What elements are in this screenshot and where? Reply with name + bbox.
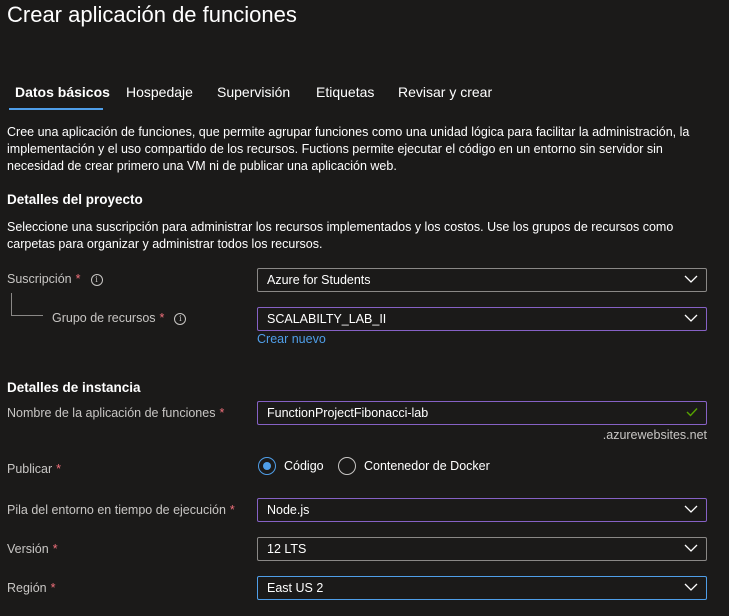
project-details-description: Seleccione una suscripción para administ…: [7, 220, 674, 251]
publish-label: Publicar *: [7, 462, 61, 476]
checkmark-icon: [686, 408, 698, 417]
chevron-down-icon: [684, 583, 698, 591]
required-marker: *: [229, 503, 235, 517]
region-label: Región *: [7, 581, 56, 595]
tree-connector-horizontal: [11, 315, 43, 316]
publish-code-label[interactable]: Código: [284, 459, 324, 473]
create-function-app-page: Crear aplicación de funciones Datos bási…: [0, 0, 729, 616]
resource-group-label: Grupo de recursos * i: [52, 311, 187, 325]
resource-group-label-text: Grupo de recursos: [52, 311, 156, 325]
runtime-stack-label: Pila del entorno en tiempo de ejecución *: [7, 503, 235, 517]
tab-monitoring[interactable]: Supervisión: [217, 84, 290, 112]
publish-code-radio[interactable]: [258, 457, 276, 475]
runtime-stack-select[interactable]: Node.js: [257, 498, 707, 522]
runtime-stack-value: Node.js: [267, 503, 310, 517]
app-name-label: Nombre de la aplicación de funciones *: [7, 406, 224, 420]
tab-hosting[interactable]: Hospedaje: [126, 84, 193, 112]
subscription-select[interactable]: Azure for Students: [257, 268, 707, 292]
app-name-value: FunctionProjectFibonacci-lab: [267, 406, 429, 420]
tab-bar: Datos básicos Hospedaje Supervisión Etiq…: [0, 84, 729, 114]
info-icon[interactable]: i: [174, 313, 187, 325]
create-new-resource-group-link[interactable]: Crear nuevo: [257, 332, 326, 346]
publish-label-text: Publicar: [7, 462, 53, 476]
required-marker: *: [52, 542, 58, 556]
subscription-value: Azure for Students: [267, 273, 371, 287]
version-select[interactable]: 12 LTS: [257, 537, 707, 561]
tree-connector-vertical: [11, 293, 12, 315]
publish-docker-radio[interactable]: [338, 457, 356, 475]
region-value: East US 2: [267, 581, 324, 595]
version-label: Versión *: [7, 542, 58, 556]
required-marker: *: [219, 406, 225, 420]
active-tab-indicator: [9, 108, 103, 110]
required-marker: *: [159, 311, 165, 325]
intro-text: Cree una aplicación de funciones, que pe…: [7, 125, 690, 173]
required-marker: *: [56, 462, 62, 476]
resource-group-value: SCALABILTY_LAB_II: [267, 312, 387, 326]
info-icon[interactable]: i: [90, 274, 103, 286]
chevron-down-icon: [684, 544, 698, 552]
version-value: 12 LTS: [267, 542, 307, 556]
app-name-input[interactable]: FunctionProjectFibonacci-lab: [257, 401, 707, 425]
domain-suffix: .azurewebsites.net: [602, 428, 707, 442]
project-details-heading: Detalles del proyecto: [7, 192, 143, 207]
chevron-down-icon: [684, 314, 698, 322]
chevron-down-icon: [684, 505, 698, 513]
required-marker: *: [50, 581, 56, 595]
region-select[interactable]: East US 2: [257, 576, 707, 600]
tab-review-create[interactable]: Revisar y crear: [398, 84, 492, 112]
chevron-down-icon: [684, 275, 698, 283]
required-marker: *: [75, 272, 81, 286]
publish-docker-label[interactable]: Contenedor de Docker: [364, 459, 490, 473]
subscription-label: Suscripción * i: [7, 272, 103, 286]
runtime-stack-label-text: Pila del entorno en tiempo de ejecución: [7, 503, 226, 517]
app-name-label-text: Nombre de la aplicación de funciones: [7, 406, 216, 420]
tab-tags[interactable]: Etiquetas: [316, 84, 374, 112]
subscription-label-text: Suscripción: [7, 272, 72, 286]
region-label-text: Región: [7, 581, 47, 595]
resource-group-select[interactable]: SCALABILTY_LAB_II: [257, 307, 707, 331]
version-label-text: Versión: [7, 542, 49, 556]
instance-details-heading: Detalles de instancia: [7, 380, 141, 395]
page-title: Crear aplicación de funciones: [7, 2, 297, 27]
